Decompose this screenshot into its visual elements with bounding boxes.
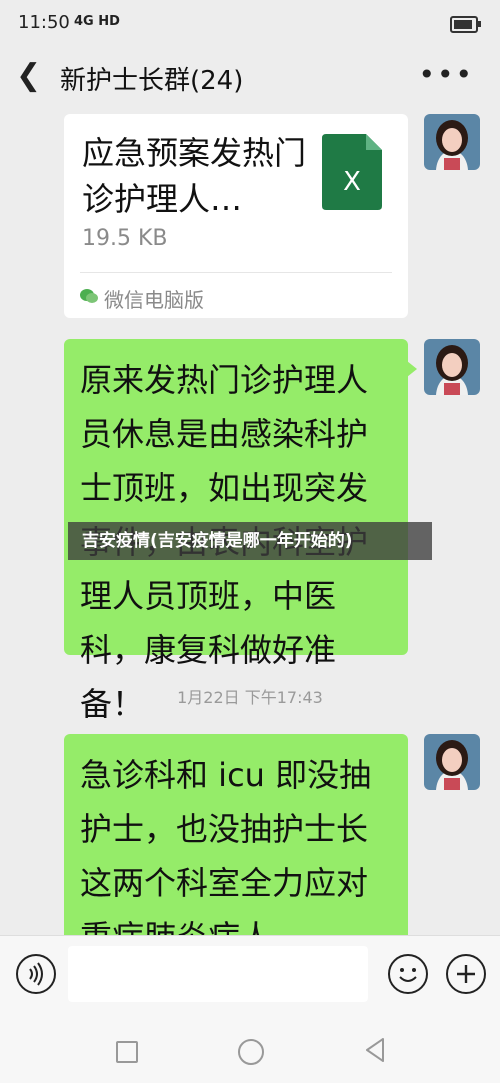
system-nav-bar <box>0 1023 500 1083</box>
message-timestamp: 1月22日 下午17:43 <box>177 688 323 707</box>
input-bar <box>0 935 500 1024</box>
more-dots-icon[interactable]: ••• <box>418 58 474 91</box>
emoji-icon[interactable] <box>388 954 428 994</box>
file-size: 19.5 KB <box>82 226 168 251</box>
recent-apps-icon[interactable] <box>116 1041 138 1063</box>
chevron-left-icon[interactable]: ❮ <box>16 58 41 93</box>
back-icon[interactable] <box>364 1037 386 1063</box>
wechat-icon <box>80 289 98 303</box>
voice-icon[interactable] <box>16 954 56 994</box>
status-bar: 11:50 4G HD <box>0 0 500 46</box>
excel-icon: X <box>322 134 382 210</box>
battery-icon <box>450 16 481 33</box>
home-icon[interactable] <box>238 1039 264 1065</box>
message-bubble[interactable]: 急诊科和 icu 即没抽护士，也没抽护士长这两个科室全力应对重症肺炎病人 <box>64 734 408 948</box>
message-bubble[interactable]: 原来发热门诊护理人员休息是由感染科护士顶班，如出现突发事件，由表内科室护理人员顶… <box>64 339 417 723</box>
divider <box>80 272 392 273</box>
plus-icon[interactable] <box>446 954 486 994</box>
overlay-caption: 吉安疫情(吉安疫情是哪一年开始的) <box>68 522 432 560</box>
avatar[interactable] <box>424 114 480 170</box>
file-name: 应急预案发热门诊护理人… <box>82 134 307 218</box>
status-time: 11:50 <box>18 12 70 33</box>
avatar[interactable] <box>424 339 480 395</box>
file-source: 微信电脑版 <box>104 288 204 312</box>
file-message[interactable]: 应急预案发热门诊护理人… X 19.5 KB 微信电脑版 <box>64 114 408 318</box>
network-indicator: 4G HD <box>74 14 120 29</box>
avatar[interactable] <box>424 734 480 790</box>
message-input[interactable] <box>68 946 368 1002</box>
svg-text:X: X <box>343 167 361 197</box>
chat-title: 新护士长群(24) <box>60 66 244 96</box>
chat-header: ❮ 新护士长群(24) ••• <box>0 46 500 108</box>
